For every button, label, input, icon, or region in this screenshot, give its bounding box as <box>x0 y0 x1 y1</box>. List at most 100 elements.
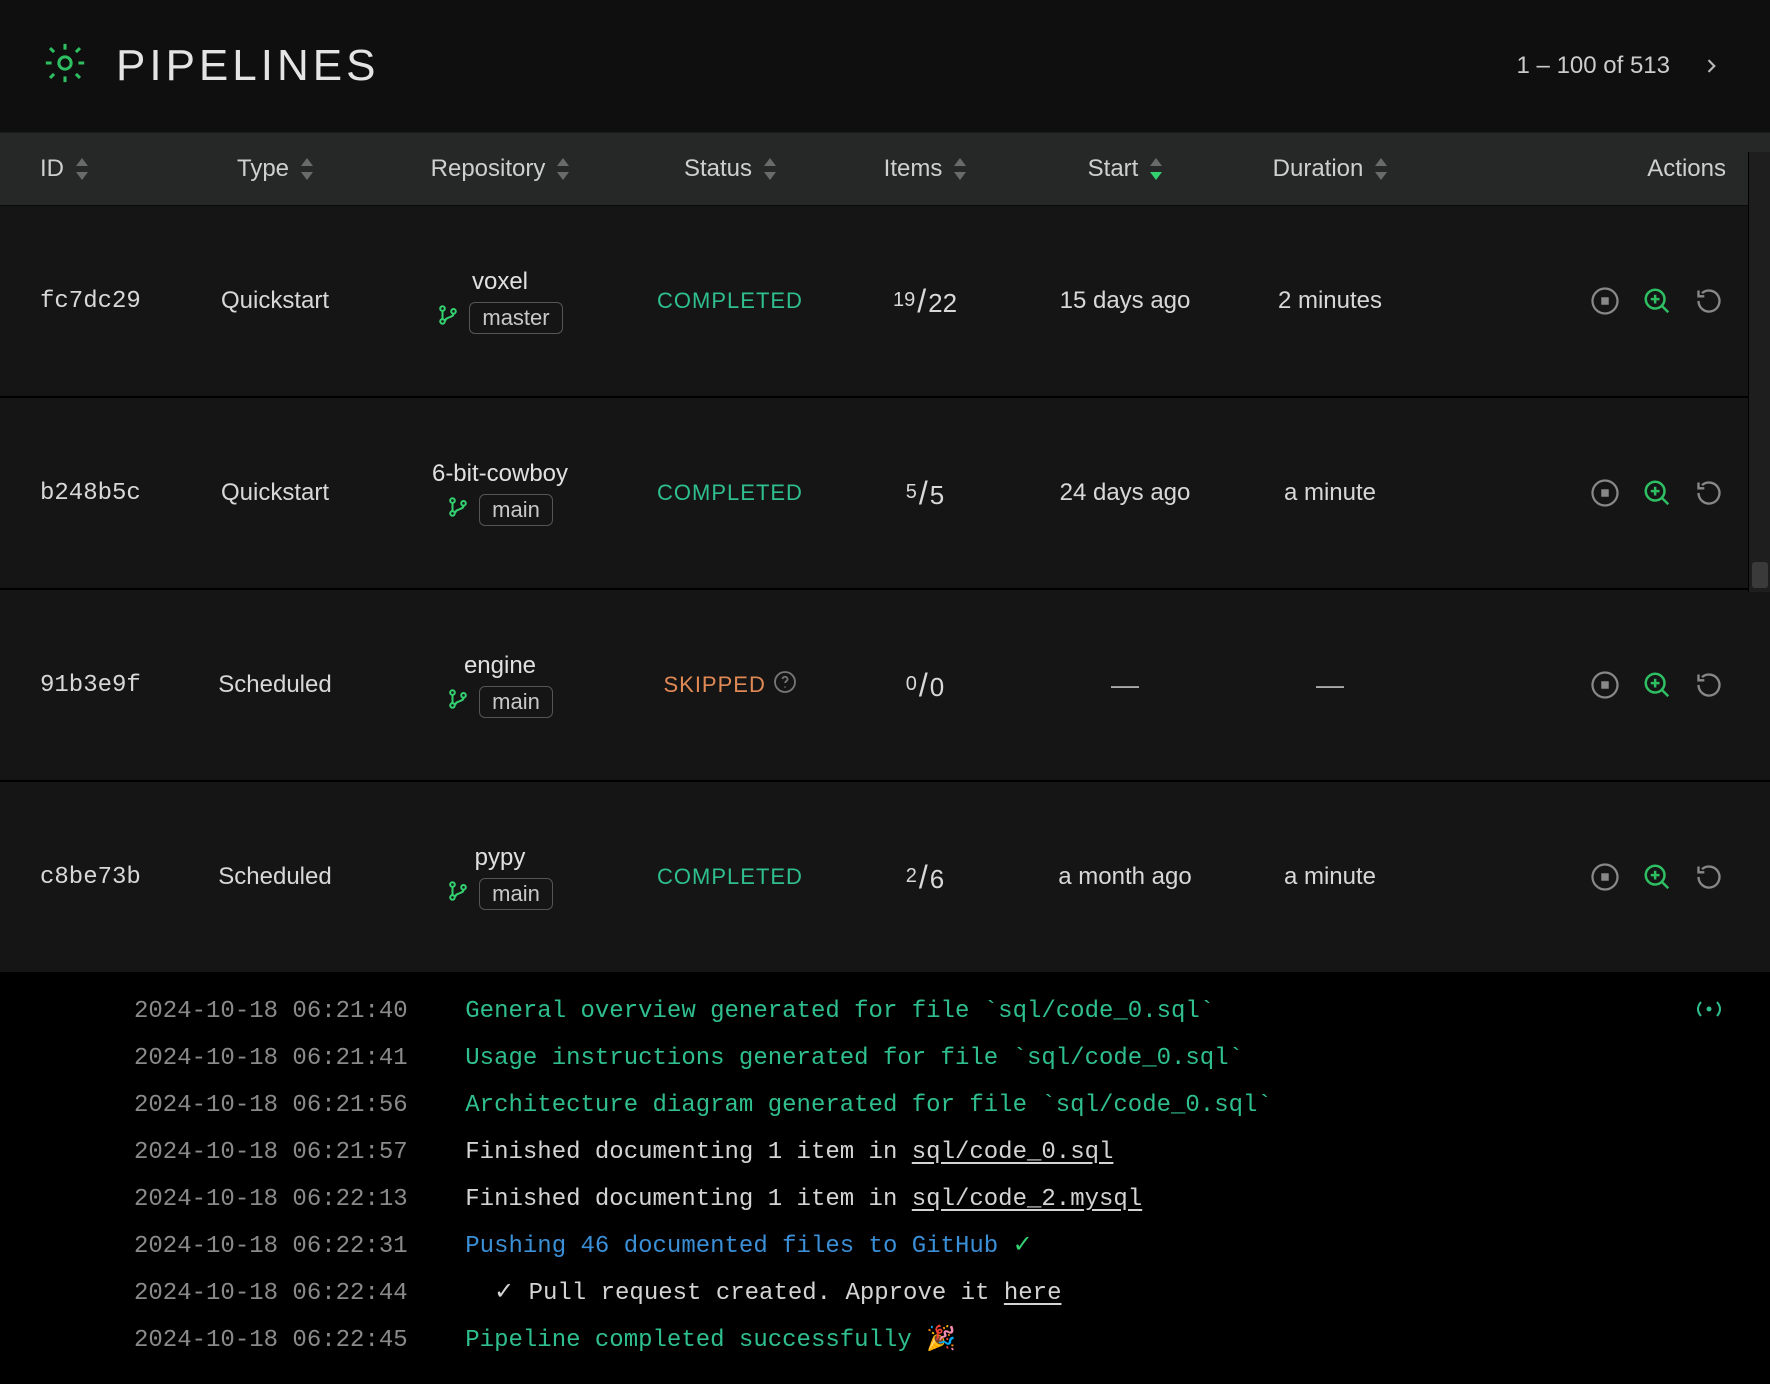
cell-start: — <box>1020 669 1230 701</box>
col-actions: Actions <box>1430 155 1760 183</box>
status-badge: SKIPPED <box>663 672 765 698</box>
status-badge: COMPLETED <box>657 480 803 506</box>
zoom-in-button[interactable] <box>1640 860 1674 894</box>
table-row[interactable]: fc7dc29QuickstartvoxelmasterCOMPLETED19/… <box>0 206 1770 398</box>
page-title: PIPELINES <box>116 41 379 91</box>
rerun-button[interactable] <box>1692 860 1726 894</box>
col-repository[interactable]: Repository <box>370 155 630 183</box>
cell-actions <box>1430 284 1760 318</box>
cell-items: 19/22 <box>830 283 1020 320</box>
log-line: 2024-10-18 06:22:31 Pushing 46 documente… <box>134 1223 1770 1270</box>
col-status[interactable]: Status <box>630 155 830 183</box>
cell-id: 91b3e9f <box>10 672 180 699</box>
sort-icon <box>76 158 88 180</box>
log-link[interactable]: sql/code_0.sql <box>912 1139 1114 1166</box>
branch-icon <box>447 686 469 719</box>
col-id-label: ID <box>40 155 64 183</box>
table-row[interactable]: c8be73bScheduledpypymainCOMPLETED2/6a mo… <box>0 782 1770 974</box>
table-header: ID Type Repository Status Items <box>0 132 1770 206</box>
col-actions-label: Actions <box>1647 155 1726 183</box>
repo-branch-row: main <box>447 878 553 911</box>
repo-branch-row: master <box>437 302 562 335</box>
log-line: 2024-10-18 06:22:44 ✓ Pull request creat… <box>134 1270 1770 1317</box>
zoom-in-button[interactable] <box>1640 668 1674 702</box>
cell-status: COMPLETED <box>630 864 830 890</box>
cell-id: c8be73b <box>10 864 180 891</box>
log-line: 2024-10-18 06:21:40 General overview gen… <box>134 988 1770 1035</box>
branch-icon <box>447 494 469 527</box>
sort-icon <box>557 158 569 180</box>
stop-button[interactable] <box>1588 860 1622 894</box>
branch-badge: main <box>479 494 553 526</box>
header: PIPELINES 1 – 100 of 513 <box>0 0 1770 132</box>
log-link[interactable]: sql/code_2.mysql <box>912 1186 1142 1213</box>
col-type[interactable]: Type <box>180 155 370 183</box>
log-line: 2024-10-18 06:21:56 Architecture diagram… <box>134 1082 1770 1129</box>
cell-status: COMPLETED <box>630 480 830 506</box>
col-id[interactable]: ID <box>10 155 180 183</box>
table-row[interactable]: b248b5cQuickstart6-bit-cowboymainCOMPLET… <box>0 398 1770 590</box>
zoom-in-button[interactable] <box>1640 284 1674 318</box>
repo-name: voxel <box>472 268 528 296</box>
next-page-button[interactable] <box>1694 49 1728 83</box>
col-start[interactable]: Start <box>1020 155 1230 183</box>
stop-button[interactable] <box>1588 284 1622 318</box>
pagination-text: 1 – 100 of 513 <box>1517 52 1670 80</box>
sort-icon <box>1150 158 1162 180</box>
branch-badge: master <box>469 302 562 334</box>
cell-duration: a minute <box>1230 863 1430 891</box>
branch-badge: main <box>479 878 553 910</box>
rerun-button[interactable] <box>1692 476 1726 510</box>
table-row[interactable]: 91b3e9fScheduledenginemainSKIPPED 0/0—— <box>0 590 1770 782</box>
branch-badge: main <box>479 686 553 718</box>
header-right: 1 – 100 of 513 <box>1517 49 1728 83</box>
log-line: 2024-10-18 06:22:45 Pipeline completed s… <box>134 1317 1770 1364</box>
rerun-button[interactable] <box>1692 668 1726 702</box>
cell-actions <box>1430 860 1760 894</box>
status-badge: COMPLETED <box>657 864 803 890</box>
cell-id: fc7dc29 <box>10 288 180 315</box>
cell-type: Quickstart <box>180 287 370 315</box>
repo-name: 6-bit-cowboy <box>432 460 568 488</box>
cell-repository: voxel master <box>370 268 630 335</box>
log-line: 2024-10-18 06:21:41 Usage instructions g… <box>134 1035 1770 1082</box>
cell-duration: — <box>1230 669 1430 701</box>
cell-repository: pypy main <box>370 844 630 911</box>
help-icon[interactable] <box>773 670 797 701</box>
log-line: 2024-10-18 06:21:57 Finished documenting… <box>134 1129 1770 1176</box>
col-duration[interactable]: Duration <box>1230 155 1430 183</box>
log-pane: 2024-10-18 06:21:40 General overview gen… <box>0 974 1770 1384</box>
cell-items: 0/0 <box>830 667 1020 704</box>
cell-start: 15 days ago <box>1020 287 1230 315</box>
table-body: fc7dc29Quickstart voxel master COMPLETED 19/… <box>0 206 1770 974</box>
cell-duration: 2 minutes <box>1230 287 1430 315</box>
sort-icon <box>764 158 776 180</box>
col-items[interactable]: Items <box>830 155 1020 183</box>
branch-icon <box>447 878 469 911</box>
log-link[interactable]: here <box>1004 1280 1062 1307</box>
cell-repository: 6-bit-cowboy main <box>370 460 630 527</box>
sort-icon <box>954 158 966 180</box>
cell-type: Scheduled <box>180 863 370 891</box>
scrollbar-thumb[interactable] <box>1752 562 1768 588</box>
cell-actions <box>1430 476 1760 510</box>
col-start-label: Start <box>1088 155 1139 183</box>
zoom-in-button[interactable] <box>1640 476 1674 510</box>
stop-button[interactable] <box>1588 668 1622 702</box>
scrollbar[interactable] <box>1748 152 1770 592</box>
sort-icon <box>301 158 313 180</box>
cell-start: 24 days ago <box>1020 479 1230 507</box>
live-indicator-icon <box>1692 994 1726 1037</box>
col-duration-label: Duration <box>1273 155 1364 183</box>
sort-icon <box>1375 158 1387 180</box>
col-type-label: Type <box>237 155 289 183</box>
rerun-button[interactable] <box>1692 284 1726 318</box>
repo-branch-row: main <box>447 494 553 527</box>
gear-icon <box>42 40 88 92</box>
cell-id: b248b5c <box>10 480 180 507</box>
repo-name: pypy <box>475 844 526 872</box>
col-status-label: Status <box>684 155 752 183</box>
header-left: PIPELINES <box>42 40 379 92</box>
repo-branch-row: main <box>447 686 553 719</box>
stop-button[interactable] <box>1588 476 1622 510</box>
